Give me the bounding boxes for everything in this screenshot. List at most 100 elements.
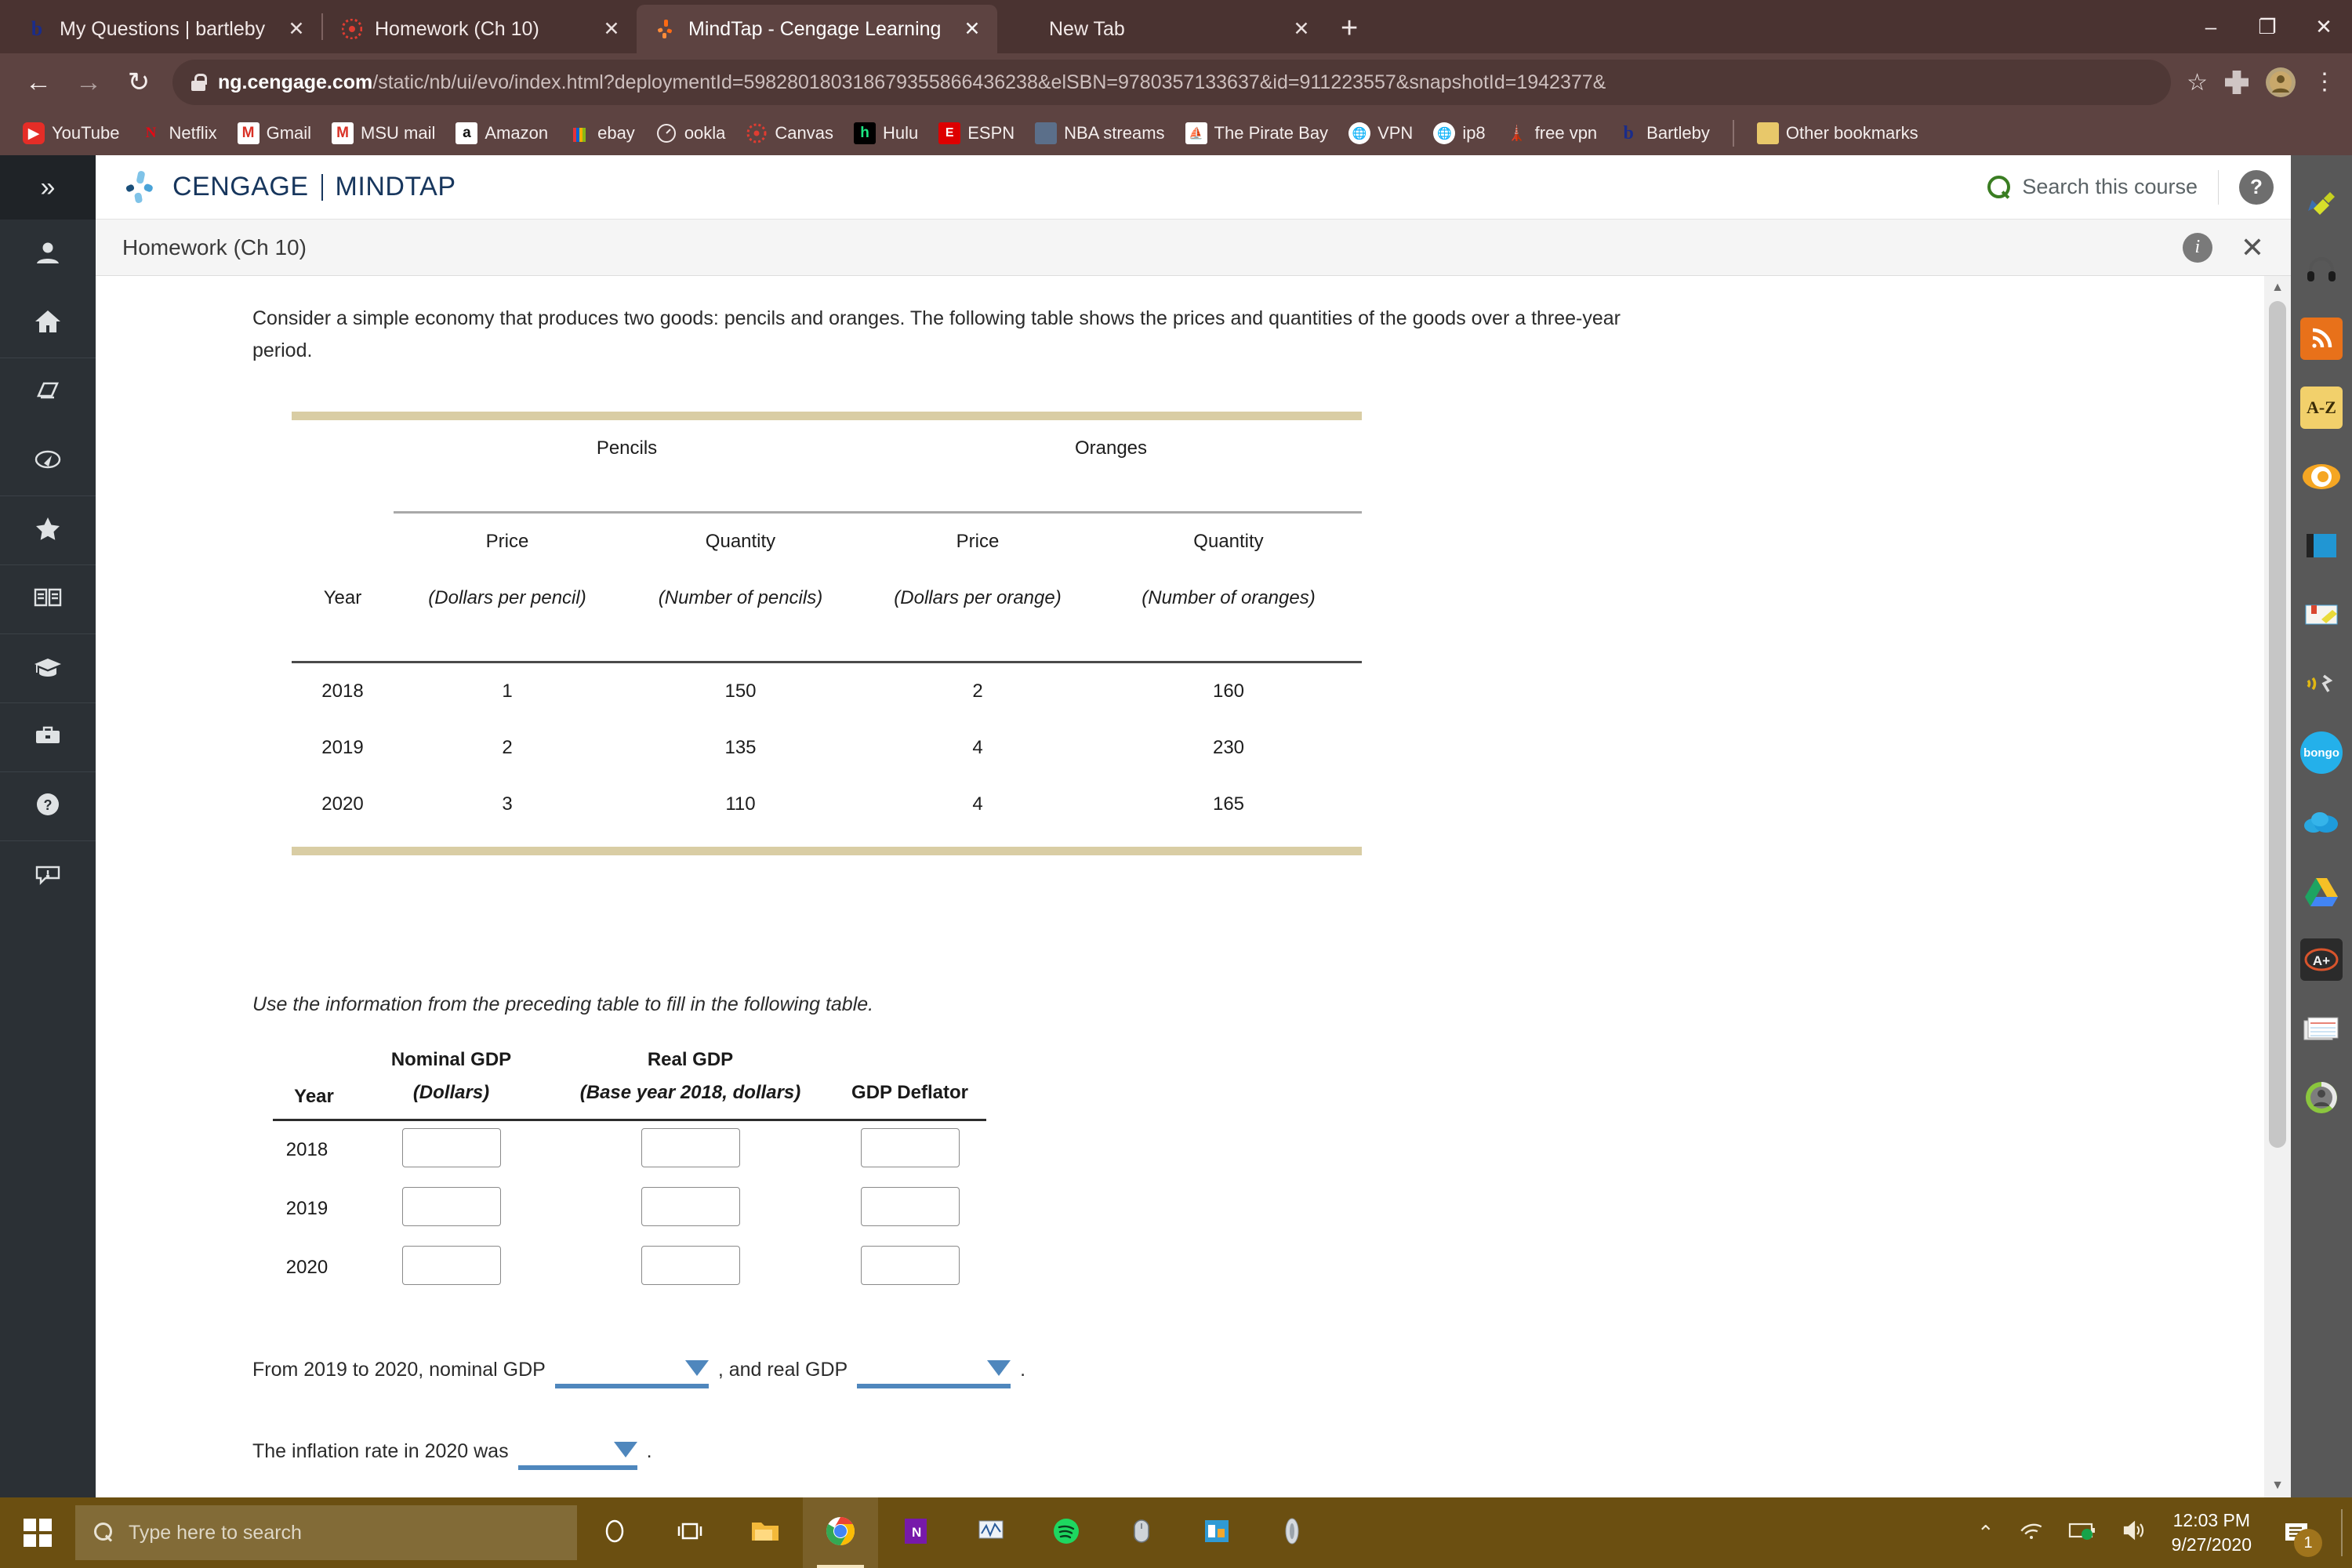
browser-tab-0[interactable]: b My Questions | bartleby ✕ [8, 5, 321, 53]
bookmark-netflix[interactable]: N Netflix [129, 122, 227, 144]
sidebar-item-explore[interactable] [0, 426, 96, 495]
taskbar-task-view[interactable] [652, 1497, 728, 1568]
sidebar-item-toolbox[interactable] [0, 702, 96, 771]
bookmark-bartleby[interactable]: b Bartleby [1607, 122, 1720, 144]
address-bar[interactable]: ng.cengage.com/static/nb/ui/evo/index.ht… [172, 60, 2172, 105]
tool-grade[interactable]: A+ [2291, 925, 2352, 994]
gdp-input-deflator-2019[interactable] [833, 1180, 986, 1239]
tab-close-button[interactable]: ✕ [601, 17, 622, 41]
gdp-input-nominal-2019[interactable] [355, 1180, 547, 1239]
gdp-input-real-2018[interactable] [547, 1120, 833, 1180]
taskbar-media-player[interactable] [953, 1497, 1029, 1568]
cengage-logo[interactable]: CENGAGE MINDTAP [122, 169, 456, 205]
new-tab-button[interactable]: + [1341, 12, 1358, 45]
sidebar-item-assignments[interactable] [0, 358, 96, 426]
bookmark-msu-mail[interactable]: M MSU mail [321, 122, 445, 144]
real-gdp-dropdown[interactable] [857, 1352, 1011, 1388]
tool-ebook[interactable] [2291, 511, 2352, 580]
scroll-up-arrow[interactable]: ▲ [2264, 276, 2291, 299]
forward-button[interactable]: → [66, 60, 111, 105]
gdp-input-real-2020[interactable] [547, 1239, 833, 1298]
maximize-button[interactable]: ❐ [2239, 15, 2296, 39]
sidebar-item-favorites[interactable] [0, 495, 96, 564]
gdp-input-deflator-2018[interactable] [833, 1120, 986, 1180]
search-course-button[interactable]: Search this course [1987, 175, 2198, 199]
bookmark-vpn[interactable]: 🌐 VPN [1338, 122, 1423, 144]
scrollbar-thumb[interactable] [2269, 301, 2286, 1148]
taskbar-file-explorer[interactable] [728, 1497, 803, 1568]
help-circle-icon[interactable]: ? [2239, 169, 2274, 205]
bookmark-ebay[interactable]: ebay [558, 122, 645, 144]
tool-bookmark-highlight[interactable] [2291, 580, 2352, 649]
gdp-deflator-input[interactable] [860, 1127, 960, 1167]
bookmark-ip8[interactable]: 🌐 ip8 [1423, 122, 1495, 144]
real-gdp-input[interactable] [641, 1127, 740, 1167]
scroll-down-arrow[interactable]: ▼ [2264, 1474, 2291, 1497]
sidebar-item-feedback[interactable] [0, 840, 96, 909]
browser-tab-2[interactable]: MindTap - Cengage Learning ✕ [637, 5, 997, 53]
gdp-input-nominal-2020[interactable] [355, 1239, 547, 1298]
tool-speak-aloud[interactable] [2291, 649, 2352, 718]
tray-expand-chevron-icon[interactable]: ⌃ [1977, 1521, 1994, 1545]
browser-tab-3[interactable]: New Tab ✕ [997, 5, 1327, 53]
content-scrollbar[interactable]: ▲ ▼ [2264, 276, 2291, 1497]
reload-button[interactable]: ↻ [116, 60, 162, 105]
taskbar-spotify[interactable] [1029, 1497, 1104, 1568]
tool-bongo[interactable]: bongo [2291, 718, 2352, 787]
bookmark-nba-streams[interactable]: NBA streams [1025, 122, 1174, 144]
bookmark-gmail[interactable]: M Gmail [227, 122, 321, 144]
nominal-gdp-input[interactable] [401, 1127, 501, 1167]
bookmark-free-vpn[interactable]: 🗼 free vpn [1496, 122, 1608, 144]
bookmark-hulu[interactable]: h Hulu [844, 122, 928, 144]
close-window-button[interactable]: ✕ [2296, 15, 2352, 39]
taskbar-volume-app[interactable] [1254, 1497, 1330, 1568]
nominal-gdp-input[interactable] [401, 1186, 501, 1226]
real-gdp-input[interactable] [641, 1245, 740, 1285]
gdp-input-nominal-2018[interactable] [355, 1120, 547, 1180]
sidebar-item-help[interactable]: ? [0, 771, 96, 840]
bookmark-amazon[interactable]: a Amazon [445, 122, 558, 144]
other-bookmarks-folder[interactable]: Other bookmarks [1747, 122, 1929, 144]
tool-dictionary[interactable]: A-Z [2291, 373, 2352, 442]
tab-close-button[interactable]: ✕ [285, 17, 307, 41]
tool-highlighter[interactable] [2291, 166, 2352, 235]
taskbar-chrome[interactable] [803, 1497, 878, 1568]
battery-icon[interactable] [2068, 1520, 2098, 1546]
tool-progress[interactable] [2291, 1063, 2352, 1132]
real-gdp-input[interactable] [641, 1186, 740, 1226]
minimize-button[interactable]: – [2183, 15, 2239, 39]
volume-icon[interactable] [2122, 1519, 2148, 1547]
nominal-gdp-dropdown[interactable] [554, 1352, 709, 1388]
notification-center-button[interactable]: 1 [2275, 1512, 2322, 1557]
taskbar-mouse-settings[interactable] [1104, 1497, 1179, 1568]
tab-close-button[interactable]: ✕ [961, 17, 983, 41]
info-icon[interactable]: i [2182, 232, 2212, 263]
gdp-input-deflator-2020[interactable] [833, 1239, 986, 1298]
taskbar-cortana[interactable] [577, 1497, 652, 1568]
gdp-input-real-2019[interactable] [547, 1180, 833, 1239]
back-button[interactable]: ← [16, 60, 61, 105]
extensions-puzzle-icon[interactable] [2225, 71, 2249, 94]
close-icon[interactable]: ✕ [2241, 231, 2264, 264]
gdp-deflator-input[interactable] [860, 1245, 960, 1285]
sidebar-item-home[interactable] [0, 289, 96, 358]
browser-tab-1[interactable]: Homework (Ch 10) ✕ [323, 5, 637, 53]
tool-readspeaker[interactable] [2291, 442, 2352, 511]
bookmark-youtube[interactable]: ▶ YouTube [13, 122, 129, 144]
chrome-menu-icon[interactable]: ⋮ [2313, 71, 2336, 94]
bookmark-star-icon[interactable]: ☆ [2187, 69, 2208, 96]
tool-google-drive[interactable] [2291, 856, 2352, 925]
sidebar-item-profile[interactable] [0, 220, 96, 289]
profile-avatar[interactable] [2266, 67, 2296, 97]
taskbar-search-box[interactable]: Type here to search [75, 1505, 577, 1560]
wifi-icon[interactable] [2018, 1519, 2045, 1547]
tool-rss[interactable] [2291, 304, 2352, 373]
sidebar-item-grades[interactable] [0, 633, 96, 702]
expand-nav-button[interactable]: » [0, 155, 96, 220]
bookmark-ookla[interactable]: ookla [645, 122, 736, 144]
bookmark-espn[interactable]: E ESPN [928, 122, 1025, 144]
start-button[interactable] [0, 1497, 75, 1568]
gdp-deflator-input[interactable] [860, 1186, 960, 1226]
tool-onedrive[interactable] [2291, 787, 2352, 856]
taskbar-onenote[interactable]: N [878, 1497, 953, 1568]
